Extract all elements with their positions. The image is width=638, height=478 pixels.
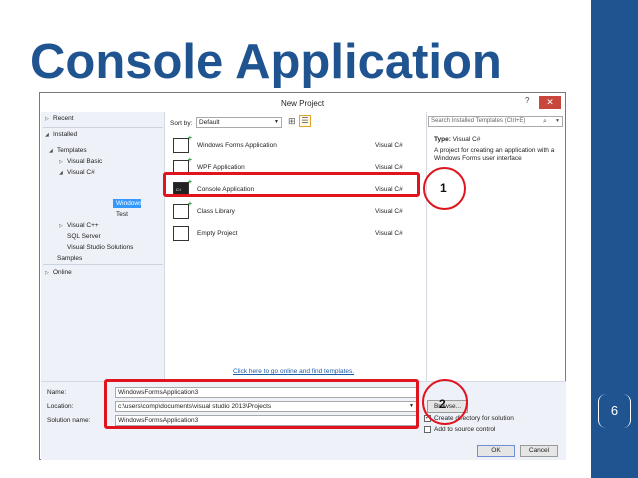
divider [43, 127, 163, 128]
template-name: Windows Forms Application [197, 142, 277, 149]
tree-item-label: Visual C++ [67, 222, 99, 229]
tree-item-label: Visual C# [67, 169, 95, 176]
expand-icon[interactable]: ▷ [45, 270, 53, 276]
collapse-icon[interactable]: ◢ [45, 132, 53, 138]
tree-item-label: Recent [53, 115, 74, 122]
collapse-icon[interactable]: ◢ [59, 170, 67, 176]
location-label: Location: [47, 403, 74, 410]
tree-item-sql-server[interactable]: SQL Server [67, 233, 101, 240]
sort-by-select[interactable]: Default ▼ [196, 117, 282, 128]
template-item-empty-project[interactable]: Empty Project Visual C# [167, 223, 426, 245]
console-highlight-box [163, 172, 420, 197]
tree-item-label: Visual Basic [67, 158, 103, 165]
close-button[interactable]: ✕ [539, 96, 561, 109]
checkbox-label: Add to source control [434, 426, 496, 434]
tree-item-templates[interactable]: ◢ Templates [49, 147, 87, 154]
template-item-windows-forms[interactable]: + Windows Forms Application Visual C# [167, 135, 426, 157]
template-name: Empty Project [197, 230, 238, 237]
template-language: Visual C# [375, 142, 403, 149]
expand-icon[interactable]: ▷ [59, 223, 67, 229]
tree-item-label: SQL Server [67, 233, 101, 240]
tree-item-online[interactable]: ▷ Online [45, 269, 72, 276]
ok-button[interactable]: OK [477, 445, 515, 457]
sort-by-value: Default [199, 119, 220, 126]
template-language: Visual C# [375, 164, 403, 171]
template-tree-pane: ▷ Recent ◢ Installed ◢ Templates ▷ Visual Ba… [41, 112, 165, 381]
callout-number-2: 2 [439, 397, 446, 411]
search-icon[interactable]: ⌕ [543, 117, 547, 126]
tree-item-label: Online [53, 269, 72, 276]
grid-view-icon[interactable]: ⊞ [288, 116, 296, 127]
tree-item-label: Samples [57, 255, 83, 262]
chevron-down-icon: ▼ [274, 119, 279, 125]
collapse-icon[interactable]: ◢ [49, 148, 57, 154]
online-templates-link[interactable]: Click here to go online and find templat… [233, 368, 354, 375]
chevron-down-icon[interactable]: ▼ [555, 117, 560, 126]
tree-item-recent[interactable]: ▷ Recent [45, 115, 74, 122]
expand-icon[interactable]: ▷ [59, 159, 67, 165]
dialog-title: New Project [280, 99, 325, 108]
tree-item-windows[interactable]: Windows [116, 200, 142, 207]
sort-by-label: Sort by: [170, 120, 193, 127]
template-item-class-library[interactable]: + Class Library Visual C# [167, 201, 426, 223]
tree-item-visual-basic[interactable]: ▷ Visual Basic [59, 158, 102, 165]
details-pane: Search Installed Templates (Ctrl+E) ⌕ ▼ … [426, 112, 565, 381]
slide: Console Application 6 New Project ? ✕ ▷ R… [0, 0, 638, 478]
checkbox[interactable] [424, 426, 431, 433]
template-language: Visual C# [375, 208, 403, 215]
type-label: Type: [434, 136, 451, 143]
add-to-source-control-option[interactable]: Add to source control [424, 426, 495, 433]
template-language: Visual C# [375, 230, 403, 237]
expand-icon[interactable]: ▷ [45, 116, 53, 122]
template-description: A project for creating an application wi… [434, 147, 555, 162]
slide-title: Console Application [30, 35, 502, 89]
tree-item-visual-cpp[interactable]: ▷ Visual C++ [59, 222, 99, 229]
slide-page-number: 6 [598, 394, 631, 428]
tree-item-label: Visual Studio Solutions [67, 244, 134, 251]
solution-name-label: Solution name: [47, 417, 91, 424]
tree-item-label: Windows [116, 200, 143, 207]
tree-item-installed[interactable]: ◢ Installed [45, 131, 77, 138]
fields-highlight-box [104, 379, 419, 429]
tree-item-visual-csharp[interactable]: ◢ Visual C# [59, 169, 95, 176]
tree-item-label: Templates [57, 147, 87, 154]
class-library-icon: + [173, 201, 192, 219]
callout-number-1: 1 [440, 181, 447, 195]
tree-item-label: Installed [53, 131, 78, 138]
tree-item-label: Test [116, 211, 128, 218]
windows-forms-icon: + [173, 135, 192, 153]
tree-item-samples[interactable]: Samples [57, 255, 82, 262]
divider [43, 264, 163, 265]
type-value: Visual C# [452, 136, 481, 143]
template-name: Class Library [197, 208, 235, 215]
cancel-button[interactable]: Cancel [520, 445, 558, 457]
tree-item-test[interactable]: Test [116, 211, 128, 218]
search-input[interactable]: Search Installed Templates (Ctrl+E) ⌕ ▼ [428, 116, 563, 127]
help-button[interactable]: ? [525, 96, 529, 105]
dialog-titlebar: New Project ? ✕ [40, 93, 565, 112]
template-toolbar: Sort by: Default ▼ ⊞ ☰ [167, 112, 426, 134]
empty-project-icon [173, 226, 189, 241]
search-placeholder: Search Installed Templates (Ctrl+E) [431, 118, 526, 124]
list-view-icon[interactable]: ☰ [299, 115, 311, 127]
template-name: WPF Application [197, 164, 245, 171]
template-type: Type: Visual C# [434, 136, 480, 143]
tree-item-visual-studio-solutions[interactable]: Visual Studio Solutions [67, 244, 133, 251]
name-label: Name: [47, 389, 67, 396]
